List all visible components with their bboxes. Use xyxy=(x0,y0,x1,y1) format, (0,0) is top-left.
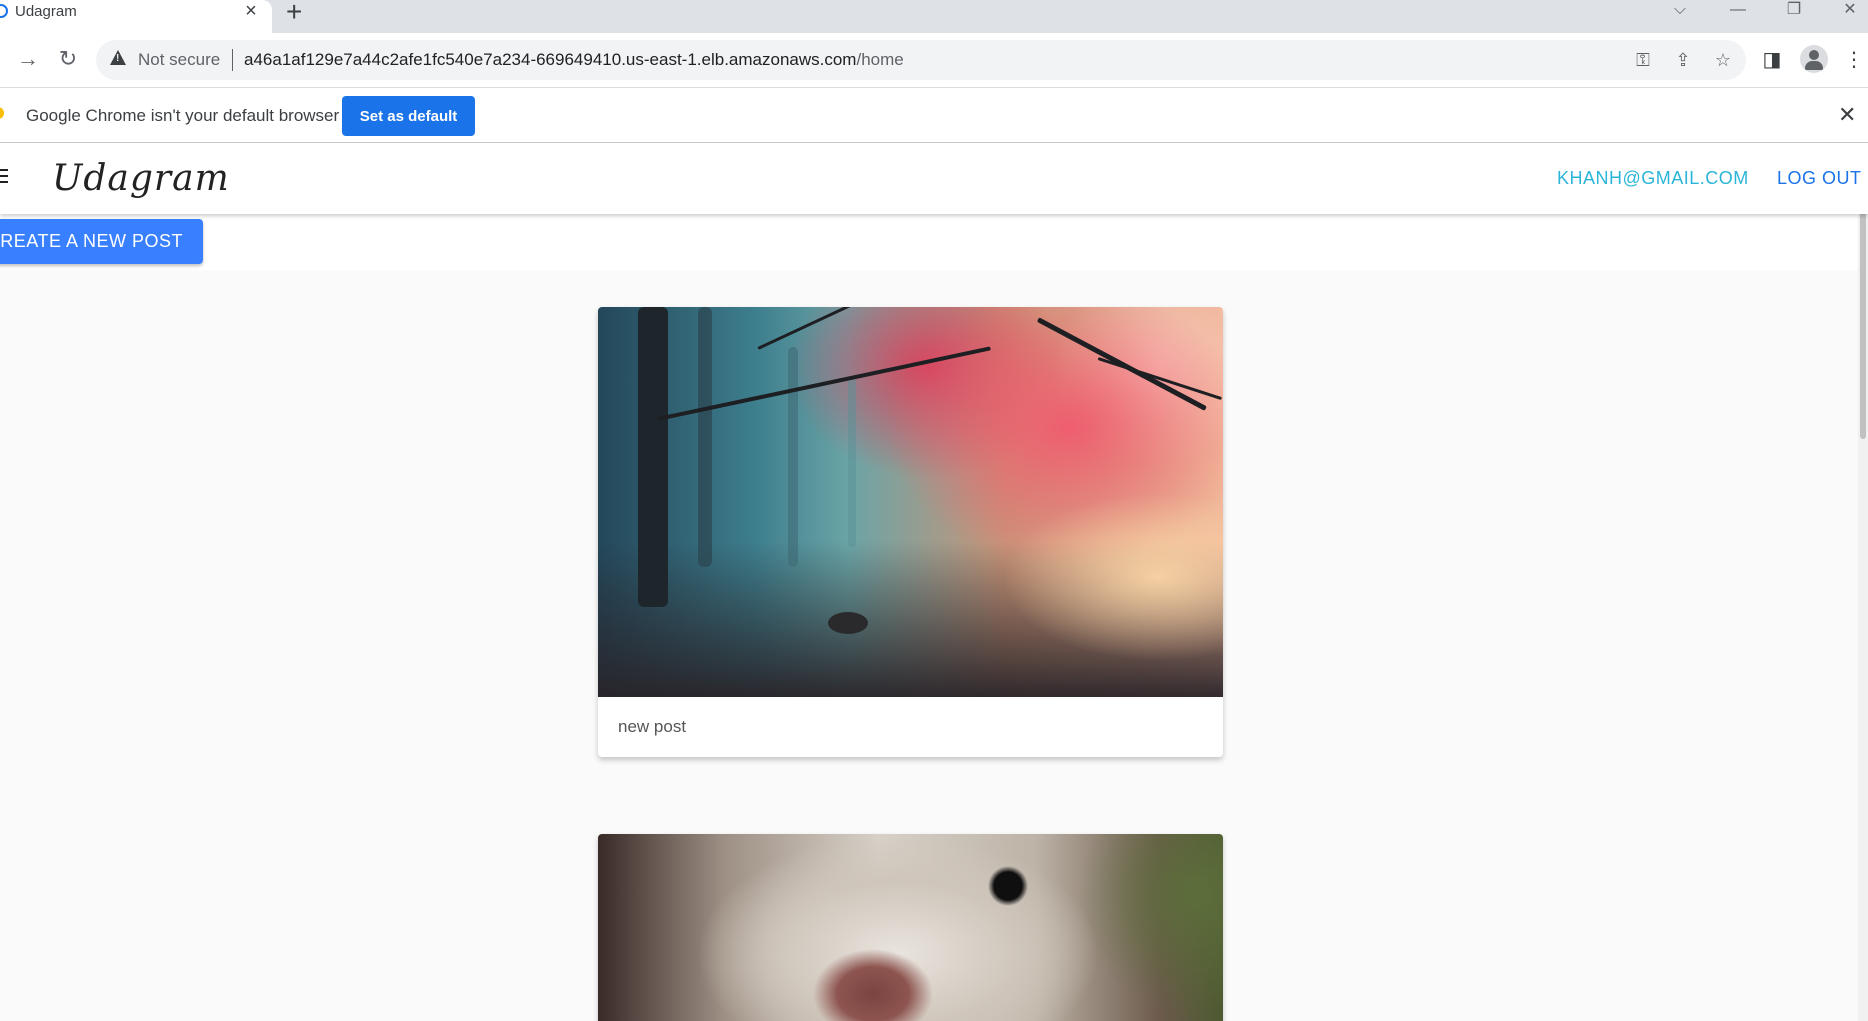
default-browser-infobar: Google Chrome isn't your default browser… xyxy=(0,87,1868,143)
post-card xyxy=(598,834,1223,1021)
page-viewport: Udagram KHANH@GMAIL.COM LOG OUT CREATE A… xyxy=(0,144,1868,1021)
warning-icon xyxy=(110,50,126,65)
url-path: /home xyxy=(856,50,904,69)
star-icon[interactable]: ☆ xyxy=(1708,45,1738,75)
infobar-message: Google Chrome isn't your default browser xyxy=(26,106,340,125)
chrome-icon xyxy=(0,107,4,119)
scrollbar-thumb[interactable] xyxy=(1860,184,1866,439)
post-image[interactable] xyxy=(598,834,1223,1021)
tab-search-chevron-icon[interactable]: ⌵ xyxy=(1660,0,1700,22)
forward-arrow-icon[interactable]: → xyxy=(10,41,46,77)
restore-icon[interactable]: ❐ xyxy=(1774,0,1814,22)
loading-favicon-icon xyxy=(0,4,8,18)
post-card: new post xyxy=(598,307,1223,757)
url-host: a46a1af129e7a44c2afe1fc540e7a234-6696494… xyxy=(244,50,857,69)
brand-logo[interactable]: Udagram xyxy=(52,158,230,199)
post-image[interactable] xyxy=(598,307,1223,697)
create-post-bar xyxy=(0,214,1868,270)
minimize-icon[interactable]: — xyxy=(1718,0,1758,22)
tab-strip: Udagram × + ⌵ — ❐ ✕ xyxy=(0,0,1868,33)
tab-title: Udagram xyxy=(15,3,77,20)
window-close-icon[interactable]: ✕ xyxy=(1830,0,1868,22)
profile-avatar-icon[interactable] xyxy=(1800,45,1828,73)
page-scrollbar[interactable] xyxy=(1858,184,1868,1021)
logout-button[interactable]: LOG OUT xyxy=(1777,168,1862,189)
app-header: Udagram KHANH@GMAIL.COM LOG OUT xyxy=(0,144,1868,214)
address-bar[interactable]: Not secure a46a1af129e7a44c2afe1fc540e7a… xyxy=(96,40,1746,80)
share-icon[interactable]: ⇪ xyxy=(1668,45,1698,75)
separator xyxy=(232,49,233,71)
create-post-button[interactable]: CREATE A NEW POST xyxy=(0,219,203,264)
browser-tab[interactable]: Udagram × xyxy=(0,0,272,33)
infobar-close-icon[interactable]: ✕ xyxy=(1838,102,1856,128)
security-label[interactable]: Not secure xyxy=(138,50,220,70)
tab-close-icon[interactable]: × xyxy=(240,0,262,22)
browser-toolbar: → ↻ Not secure a46a1af129e7a44c2afe1fc54… xyxy=(0,33,1868,87)
hamburger-menu-icon[interactable] xyxy=(0,169,8,185)
post-caption: new post xyxy=(618,717,687,736)
key-icon[interactable]: ⚿ xyxy=(1628,45,1658,75)
sidebar-icon[interactable]: ◨ xyxy=(1756,44,1788,76)
kebab-menu-icon[interactable]: ⋮ xyxy=(1838,44,1868,76)
user-email-link[interactable]: KHANH@GMAIL.COM xyxy=(1557,168,1749,189)
url-text[interactable]: a46a1af129e7a44c2afe1fc540e7a234-6696494… xyxy=(244,50,904,70)
new-tab-button[interactable]: + xyxy=(286,0,302,26)
reload-icon[interactable]: ↻ xyxy=(50,41,86,77)
set-as-default-button[interactable]: Set as default xyxy=(342,96,475,136)
